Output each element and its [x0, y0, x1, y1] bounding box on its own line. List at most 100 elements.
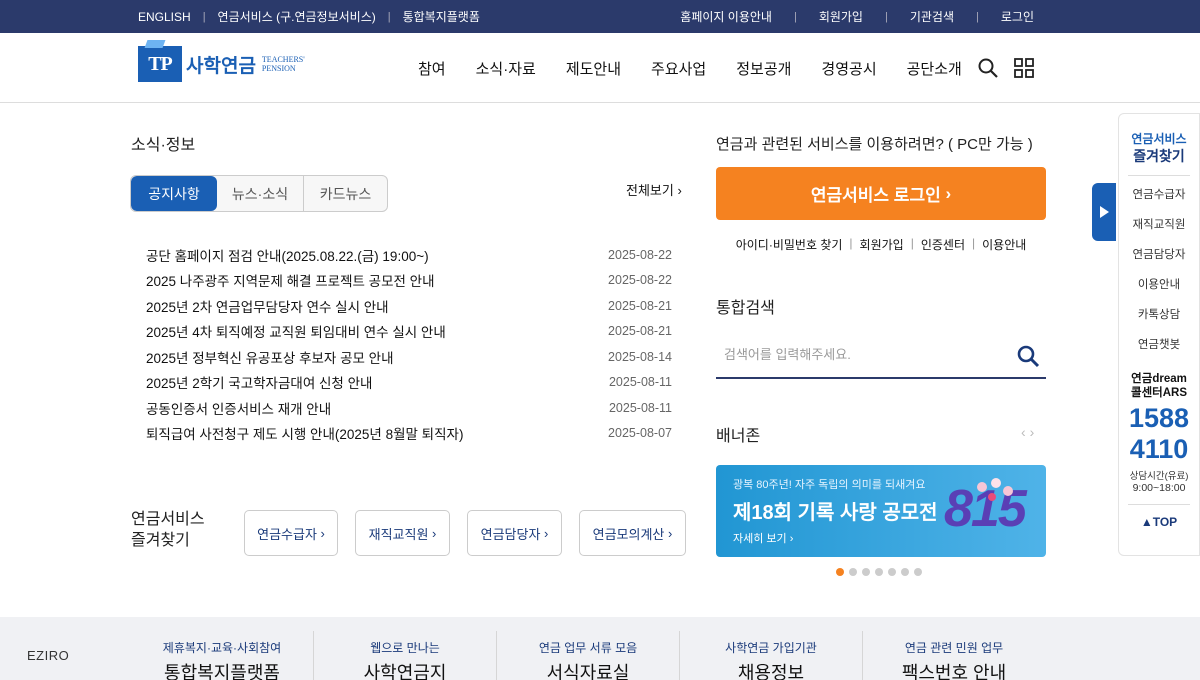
quick-employee-button[interactable]: 재직교직원 ›: [355, 510, 450, 556]
nav-item-about[interactable]: 공단소개: [907, 58, 962, 79]
site-guide-link[interactable]: 홈페이지 이용안내: [680, 8, 772, 25]
login-link[interactable]: 로그인: [1001, 8, 1034, 25]
nav-item-news[interactable]: 소식·자료: [476, 58, 536, 79]
top-button[interactable]: ▲TOP: [1119, 515, 1199, 529]
search-icon[interactable]: [977, 57, 999, 79]
find-id-password-link[interactable]: 아이디·비밀번호 찾기: [736, 236, 843, 253]
footer-link-fax[interactable]: 연금 관련 민원 업무 팩스번호 안내: [864, 617, 1044, 680]
quickbar-item-employee[interactable]: 재직교직원: [1119, 210, 1199, 240]
footer-link-title: 통합복지플랫폼: [164, 663, 280, 680]
site-logo[interactable]: TP 사학연금 TEACHERS' PENSION: [138, 46, 305, 82]
pagination-dot[interactable]: [862, 568, 870, 576]
english-link[interactable]: ENGLISH: [138, 10, 191, 24]
welfare-platform-link[interactable]: 통합복지플랫폼: [403, 8, 480, 25]
notice-title: 2025년 4차 퇴직예정 교직원 퇴임대비 연수 실시 안내: [146, 325, 446, 341]
footer-link-magazine[interactable]: 웹으로 만나는 사학연금지: [315, 617, 495, 680]
notice-title: 공동인증서 인증서비스 재개 안내: [146, 401, 332, 417]
eziro-brand[interactable]: EZIRO: [27, 648, 69, 663]
banner-slide[interactable]: 광복 80주년! 자주 독립의 의미를 되새겨요 제18회 기록 사랑 공모전 …: [716, 465, 1046, 557]
notice-date: 2025-08-21: [608, 324, 672, 339]
divider: [496, 631, 497, 680]
pagination-dot[interactable]: [836, 568, 844, 576]
signup-link[interactable]: 회원가입: [819, 8, 863, 25]
divider: |: [202, 10, 206, 23]
usage-guide-link[interactable]: 이용안내: [982, 236, 1026, 253]
list-item[interactable]: 공단 홈페이지 점검 안내(2025.08.22.(금) 19:00~) 2025…: [146, 242, 672, 268]
quickbar-title: 연금서비스 즐겨찾기: [1119, 131, 1199, 165]
list-item[interactable]: 공동인증서 인증서비스 재개 안내 2025-08-11: [146, 395, 672, 421]
view-all-link[interactable]: 전체보기 ›: [626, 180, 682, 199]
quick-manager-button[interactable]: 연금담당자 ›: [467, 510, 562, 556]
tab-cardnews[interactable]: 카드뉴스: [304, 176, 387, 211]
flower-icon: [977, 478, 1013, 501]
pension-service-link[interactable]: 연금서비스 (구.연금정보서비스): [218, 8, 376, 25]
pagination-dot[interactable]: [901, 568, 909, 576]
callcenter-label: 연금dream 콜센터ARS: [1119, 372, 1199, 400]
chevron-right-icon: ›: [544, 525, 549, 541]
nav-item-disclosure[interactable]: 정보공개: [736, 58, 791, 79]
quickbar-item-chatbot[interactable]: 연금챗봇: [1119, 330, 1199, 360]
callcenter-line2: 콜센터ARS: [1130, 387, 1188, 399]
chevron-right-icon[interactable]: ›: [1030, 424, 1035, 440]
pension-login-button[interactable]: 연금서비스 로그인 ›: [716, 167, 1046, 220]
divider: |: [793, 10, 797, 23]
tab-news[interactable]: 뉴스·소식: [217, 176, 304, 211]
footer-link-recruit[interactable]: 사학연금 가입기관 채용정보: [681, 617, 861, 680]
callcenter-phone: 1588 4110: [1119, 403, 1199, 465]
signup-link[interactable]: 회원가입: [860, 236, 904, 253]
search-input[interactable]: [716, 334, 1006, 374]
phone-part2: 4110: [1129, 434, 1189, 464]
pagination-dot[interactable]: [875, 568, 883, 576]
quickbar-item-manager[interactable]: 연금담당자: [1119, 240, 1199, 270]
footer-link-title: 채용정보: [737, 663, 805, 680]
institution-search-link[interactable]: 기관검색: [910, 8, 954, 25]
notice-date: 2025-08-07: [608, 426, 672, 441]
notice-title: 퇴직급여 사전청구 제도 시행 안내(2025년 8월말 퇴직자): [146, 427, 464, 443]
quickbar-item-kakao[interactable]: 카톡상담: [1119, 300, 1199, 330]
footer-link-forms[interactable]: 연금 업무 서류 모음 서식자료실: [498, 617, 678, 680]
list-item[interactable]: 2025년 4차 퇴직예정 교직원 퇴임대비 연수 실시 안내 2025-08-2…: [146, 319, 672, 345]
footer-link-welfare[interactable]: 제휴복지·교육·사회참여통합복지플랫폼: [132, 617, 312, 680]
quickbar-item-guide[interactable]: 이용안내: [1119, 270, 1199, 300]
notice-date: 2025-08-11: [608, 400, 672, 415]
divider: |: [976, 10, 979, 23]
footer-link-caption: 제휴복지·교육·사회참여: [162, 641, 282, 655]
nav-item-participation[interactable]: 참여: [418, 58, 446, 79]
banner-detail-link[interactable]: 자세히 보기 ›: [733, 530, 793, 546]
quick-simulation-button[interactable]: 연금모의계산 ›: [579, 510, 686, 556]
notice-title: 2025년 2학기 국고학자금대여 신청 안내: [146, 376, 373, 392]
footer-links-bar: EZIRO 제휴복지·교육·사회참여통합복지플랫폼 웹으로 만나는 사학연금지 연…: [0, 617, 1200, 680]
cert-center-link[interactable]: 인증센터: [921, 236, 965, 253]
notice-title: 2025년 정부혁신 유공포상 후보자 공모 안내: [146, 350, 394, 366]
footer-link-caption: 연금 관련 민원 업무: [904, 641, 1004, 655]
news-section-title: 소식·정보: [131, 137, 196, 154]
divider: |: [972, 236, 976, 250]
notice-title: 2025년 2차 연금업무담당자 연수 실시 안내: [146, 299, 389, 315]
pagination-dot[interactable]: [888, 568, 896, 576]
logo-mark: TP: [138, 46, 182, 82]
list-item[interactable]: 2025년 2차 연금업무담당자 연수 실시 안내 2025-08-21: [146, 293, 672, 319]
quick-button-label: 재직교직원: [368, 526, 429, 542]
quickbar-item-pensioner[interactable]: 연금수급자: [1119, 180, 1199, 210]
list-item[interactable]: 2025년 2학기 국고학자금대여 신청 안내 2025-08-11: [146, 370, 672, 396]
search-icon[interactable]: [1016, 344, 1040, 368]
nav-item-management[interactable]: 경영공시: [821, 58, 876, 79]
nav-item-system-guide[interactable]: 제도안내: [566, 58, 621, 79]
banner-link-label: 자세히 보기: [733, 533, 787, 545]
quick-pensioner-button[interactable]: 연금수급자 ›: [244, 510, 338, 556]
list-item[interactable]: 2025년 정부혁신 유공포상 후보자 공모 안내 2025-08-14: [146, 344, 672, 370]
divider: |: [884, 10, 888, 23]
integrated-search: [716, 334, 1046, 379]
chevron-left-icon[interactable]: ‹: [1021, 424, 1026, 440]
nav-item-main-business[interactable]: 주요사업: [651, 58, 706, 79]
pagination-dot[interactable]: [849, 568, 857, 576]
list-item[interactable]: 퇴직급여 사전청구 제도 시행 안내(2025년 8월말 퇴직자) 2025-08…: [146, 421, 672, 447]
divider: [313, 631, 314, 680]
sitemap-grid-icon[interactable]: [1013, 57, 1035, 79]
list-item[interactable]: 2025 나주광주 지역문제 해결 프로젝트 공모전 안내 2025-08-22: [146, 268, 672, 294]
pagination-dot[interactable]: [914, 568, 922, 576]
tab-notice[interactable]: 공지사항: [131, 176, 217, 211]
logo-english-line2: PENSION: [261, 64, 296, 73]
banner-section-title: 배너존: [716, 428, 761, 445]
quickbar-toggle-button[interactable]: [1092, 183, 1116, 241]
